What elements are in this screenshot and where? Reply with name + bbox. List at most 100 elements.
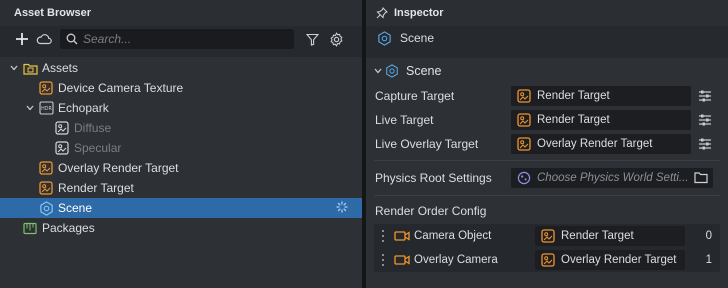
drag-handle-icon[interactable] xyxy=(378,253,388,267)
settings-gear-icon[interactable] xyxy=(326,29,346,49)
physics-globe-icon xyxy=(516,170,532,186)
property-label: Capture Target xyxy=(375,89,455,103)
render-order-config-header: Render Order Config xyxy=(366,200,728,222)
render-target-icon xyxy=(38,80,54,96)
physics-world-field[interactable]: Choose Physics World Setti... xyxy=(511,168,713,188)
tree-item-label: Overlay Render Target xyxy=(58,161,179,175)
divider xyxy=(374,160,720,161)
chevron-down-icon[interactable] xyxy=(374,68,382,74)
property-label: Live Target xyxy=(375,113,434,127)
tree-item-label: Specular xyxy=(74,141,122,155)
texture-icon xyxy=(54,140,70,156)
assets-folder-icon xyxy=(22,60,38,76)
divider xyxy=(374,195,720,196)
property-label: Render Order Config xyxy=(375,204,487,218)
tree-item-render-target[interactable]: Render Target xyxy=(0,178,362,198)
inspector-body: Scene Capture Target Render Target Live … xyxy=(366,58,728,288)
live-target-property: Live Target Render Target xyxy=(366,108,728,132)
inspected-object: Scene xyxy=(366,26,728,50)
search-box[interactable] xyxy=(60,29,294,49)
tree-item-label: Packages xyxy=(42,221,95,235)
row-label: Overlay Camera xyxy=(414,254,498,266)
app-window: Asset Browser Search... Assets Device Ca… xyxy=(0,0,728,288)
capture-target-field[interactable]: Render Target xyxy=(511,86,691,106)
options-sliders-icon[interactable] xyxy=(697,88,713,104)
tree-item-packages[interactable]: Packages xyxy=(0,218,362,238)
tree-item-overlay-render-target[interactable]: Overlay Render Target xyxy=(0,158,362,178)
tree-item-label: Render Target xyxy=(58,181,134,195)
tree-item-label: Echopark xyxy=(58,101,109,115)
chevron-down-icon[interactable] xyxy=(24,105,36,111)
camera-target-field[interactable]: Render Target xyxy=(535,226,685,246)
tree-item-label: Diffuse xyxy=(74,121,112,135)
property-label: Live Overlay Target xyxy=(375,137,479,151)
asset-tree: Assets Device Camera Texture HDR Echopar… xyxy=(0,57,362,288)
live-overlay-target-field[interactable]: Overlay Render Target xyxy=(511,134,691,154)
field-value: Render Target xyxy=(561,230,634,242)
panel-title: Asset Browser xyxy=(0,0,362,26)
chevron-down-icon[interactable] xyxy=(8,65,20,71)
search-icon xyxy=(66,33,78,45)
scene-icon xyxy=(376,30,392,46)
field-value: Render Target xyxy=(537,90,610,102)
render-order-value: 0 xyxy=(705,230,712,242)
options-sliders-icon[interactable] xyxy=(697,112,713,128)
tree-item-scene[interactable]: Scene xyxy=(0,198,362,218)
object-name: Scene xyxy=(400,31,435,45)
live-target-field[interactable]: Render Target xyxy=(511,110,691,130)
add-icon[interactable] xyxy=(12,29,32,49)
tree-item-assets[interactable]: Assets xyxy=(0,58,362,78)
tree-item-specular[interactable]: Specular xyxy=(0,138,362,158)
tree-item-label: Assets xyxy=(42,61,79,75)
tree-item-label: Scene xyxy=(58,201,93,215)
asset-toolbar xyxy=(0,26,362,52)
cloud-icon[interactable] xyxy=(34,29,54,49)
options-sliders-icon[interactable] xyxy=(697,136,713,152)
scene-icon xyxy=(384,63,400,79)
pin-icon[interactable] xyxy=(376,7,388,19)
row-label: Camera Object xyxy=(414,230,492,242)
render-order-list: Camera Object Render Target 0 Overlay Ca… xyxy=(374,224,720,272)
svg-text:HDR: HDR xyxy=(41,106,52,112)
camera-target-field[interactable]: Overlay Render Target xyxy=(535,250,685,270)
folder-icon[interactable] xyxy=(694,171,708,187)
panel-title: Inspector xyxy=(394,7,444,19)
scene-section-header[interactable]: Scene xyxy=(366,58,728,84)
field-value: Overlay Render Target xyxy=(537,138,653,150)
filter-icon[interactable] xyxy=(302,29,322,49)
render-target-icon xyxy=(38,180,54,196)
property-label: Physics Root Settings xyxy=(375,171,492,185)
render-target-icon xyxy=(516,112,532,128)
render-target-icon xyxy=(540,252,556,268)
render-order-row[interactable]: Camera Object Render Target 0 xyxy=(374,224,720,248)
tree-item-echopark[interactable]: HDR Echopark xyxy=(0,98,362,118)
packages-icon xyxy=(22,220,38,236)
live-overlay-target-property: Live Overlay Target Overlay Render Targe… xyxy=(366,132,728,156)
search-input[interactable] xyxy=(83,32,283,46)
physics-root-settings-property: Physics Root Settings Choose Physics Wor… xyxy=(366,165,728,191)
tree-item-diffuse[interactable]: Diffuse xyxy=(0,118,362,138)
texture-icon xyxy=(54,120,70,136)
section-title: Scene xyxy=(406,64,442,78)
render-target-icon xyxy=(38,160,54,176)
inspector-header: Inspector xyxy=(366,0,728,26)
field-value: Render Target xyxy=(537,114,610,126)
loading-spinner-icon xyxy=(336,201,348,216)
tree-item-device-camera-texture[interactable]: Device Camera Texture xyxy=(0,78,362,98)
render-target-icon xyxy=(540,228,556,244)
scene-icon xyxy=(38,200,54,216)
asset-browser-panel: Asset Browser Search... Assets Device Ca… xyxy=(0,0,362,288)
render-target-icon xyxy=(516,88,532,104)
field-placeholder: Choose Physics World Setti... xyxy=(537,172,689,184)
render-order-row[interactable]: Overlay Camera Overlay Render Target 1 xyxy=(374,248,720,272)
camera-icon xyxy=(394,228,410,244)
render-target-icon xyxy=(516,136,532,152)
drag-handle-icon[interactable] xyxy=(378,229,388,243)
capture-target-property: Capture Target Render Target xyxy=(366,84,728,108)
hdr-texture-icon: HDR xyxy=(38,100,54,116)
camera-icon xyxy=(394,252,410,268)
inspector-panel: Inspector Scene Scene Capture Target Ren… xyxy=(366,0,728,288)
tree-item-label: Device Camera Texture xyxy=(58,81,184,95)
field-value: Overlay Render Target xyxy=(561,254,677,266)
render-order-value: 1 xyxy=(705,254,712,266)
